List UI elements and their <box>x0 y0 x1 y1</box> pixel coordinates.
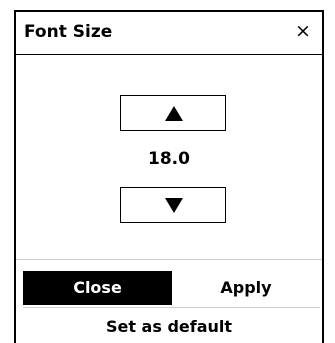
increase-font-size-button[interactable] <box>120 95 226 131</box>
close-button[interactable]: Close <box>23 271 172 305</box>
divider <box>23 307 320 308</box>
set-as-default-button[interactable]: Set as default <box>16 312 322 342</box>
decrease-font-size-button[interactable] <box>120 187 226 223</box>
font-size-value: 18.0 <box>148 149 190 169</box>
close-icon[interactable]: × <box>292 19 314 43</box>
triangle-up-icon <box>165 106 183 121</box>
dialog-header: Font Size × <box>16 12 322 55</box>
font-size-dialog: Font Size × 18.0 Close Apply Set as defa… <box>14 10 324 343</box>
dialog-title: Font Size <box>24 22 113 42</box>
apply-button[interactable]: Apply <box>172 271 320 305</box>
divider <box>16 259 322 260</box>
triangle-down-icon <box>165 198 183 213</box>
